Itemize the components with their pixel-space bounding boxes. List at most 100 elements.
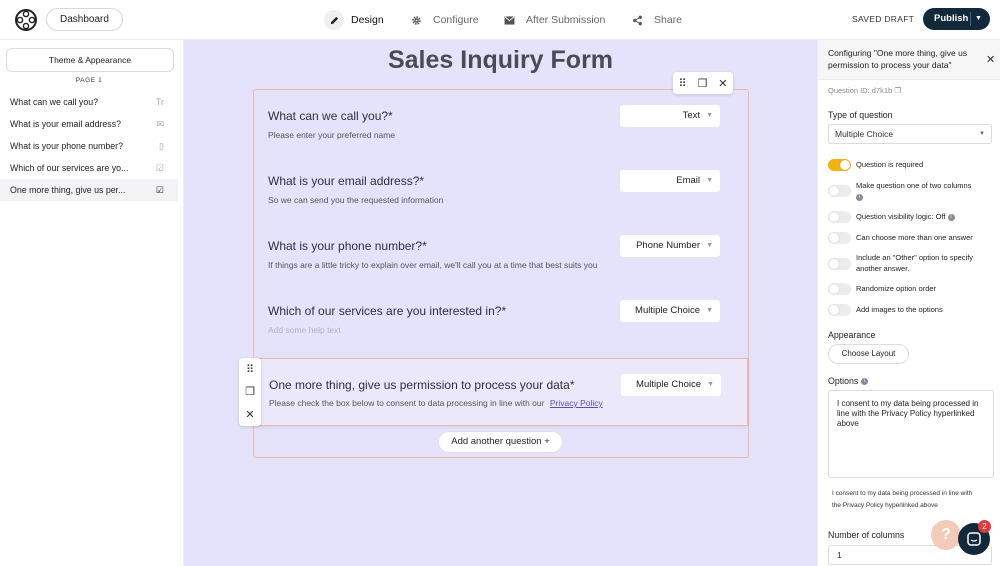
share-icon [627,10,647,30]
form-toolbar: ⠿ ❐ ✕ [673,72,733,94]
envelope-icon: ✉ [156,119,164,129]
text-type-icon: Tr [155,97,164,107]
info-icon[interactable]: i [860,378,868,386]
required-toggle[interactable] [828,159,851,171]
visibility-logic-toggle[interactable] [828,211,851,223]
sidebar-item-name[interactable]: What can we call you? Tr [0,91,178,113]
question-type-value: Multiple Choice [835,129,894,139]
sidebar-item-label: What is your phone number? [10,141,123,151]
duplicate-icon[interactable]: ❐ [245,385,255,398]
question-id-text: Question ID: d7k1b [828,86,893,95]
chevron-down-icon: ▼ [706,177,713,184]
toggle-label: Add images to the options [856,305,943,314]
question-block-selected[interactable]: One more thing, give us permission to pr… [254,358,748,426]
info-icon[interactable]: i [856,193,863,201]
toggle-label: Question is required [856,160,924,169]
question-title[interactable]: What is your phone number?* [268,239,427,253]
config-title: Configuring "One more thing, give us per… [828,48,968,70]
publish-label: Publish [934,13,969,24]
options-textarea[interactable]: I consent to my data being processed in … [828,390,994,478]
tab-share-label: Share [654,14,683,26]
close-icon[interactable]: ✕ [718,77,727,90]
help-icon[interactable]: ? [931,520,961,550]
close-icon[interactable]: ✕ [245,408,254,421]
chat-button[interactable]: 2 [958,520,991,555]
pencil-icon [324,10,344,30]
form-title[interactable]: Sales Inquiry Form [184,46,817,75]
question-id: Question ID: d7k1b ❐ [828,86,901,95]
publish-button[interactable]: Publish ▼ [923,8,990,30]
theme-appearance-button[interactable]: Theme & Appearance [6,48,174,72]
question-title[interactable]: What is your email address?* [268,174,424,188]
question-block[interactable]: What is your phone number?* If things ar… [254,225,748,287]
chevron-down-icon: ▼ [707,381,714,388]
options-label: Options i [828,376,868,386]
question-title[interactable]: Which of our services are you interested… [268,304,506,318]
chevron-down-icon: ▼ [979,131,985,137]
toggle-label-text: Make question one of two columns [856,181,972,190]
sidebar-item-label: What can we call you? [10,97,99,107]
sidebar-item-phone[interactable]: What is your phone number? ▯ [0,135,178,157]
checkbox-icon: ☑ [155,185,164,195]
question-block[interactable]: What can we call you?* Please enter your… [254,95,748,157]
question-help-text: Please check the box below to consent to… [269,398,545,408]
option-images-toggle[interactable] [828,304,851,316]
config-header: Configuring "One more thing, give us per… [818,40,1000,80]
question-type-dropdown[interactable]: Multiple Choice ▼ [828,124,992,144]
question-title[interactable]: What can we call you?* [268,109,393,123]
question-type-select[interactable]: Phone Number ▼ [620,235,720,257]
question-type-value: Phone Number [636,240,700,251]
question-type-value: Email [676,175,700,186]
drag-handle-icon[interactable]: ⠿ [678,77,686,90]
question-help[interactable]: Please enter your preferred name [268,130,395,140]
tab-configure[interactable]: Configure [406,9,479,31]
toggle-label: Make question one of two columns i [856,180,994,202]
question-title[interactable]: One more thing, give us permission to pr… [269,378,574,392]
tab-after-submission[interactable]: After Submission [499,9,605,31]
question-help[interactable]: So we can send you the requested informa… [268,195,443,205]
question-help[interactable]: Please check the box below to consent to… [269,398,603,408]
add-question-button[interactable]: Add another question + [438,431,563,453]
sidebar-item-services[interactable]: Which of our services are yo... ☑ [0,157,178,179]
options-preview: I consent to my data being processed in … [832,490,973,509]
dashboard-button[interactable]: Dashboard [46,8,123,31]
privacy-policy-link[interactable]: Privacy Policy [550,398,603,408]
question-block[interactable]: Which of our services are you interested… [254,290,748,352]
toggle-label: Can choose more than one answer [856,233,973,242]
chevron-down-icon[interactable]: ▼ [975,8,982,30]
logo-icon[interactable] [14,8,38,32]
publish-divider [970,12,971,26]
tab-design[interactable]: Design [324,9,384,31]
duplicate-icon[interactable]: ❐ [697,77,707,90]
info-icon[interactable]: i [947,213,955,221]
options-label-text: Options [828,376,859,386]
tab-design-label: Design [351,14,384,26]
question-block[interactable]: What is your email address?* So we can s… [254,160,748,222]
envelope-icon [499,10,519,30]
question-help-placeholder[interactable]: Add some help text [268,325,341,335]
question-type-select[interactable]: Multiple Choice ▼ [621,374,721,396]
question-type-select[interactable]: Email ▼ [620,170,720,192]
choose-layout-button[interactable]: Choose Layout [828,344,909,364]
appearance-label: Appearance [828,330,876,340]
question-help[interactable]: If things are a little tricky to explain… [268,260,598,270]
question-type-value: Text [682,110,700,121]
toggle-label-text: Question visibility logic: Off [856,212,946,221]
tab-share[interactable]: Share [627,9,682,31]
randomize-toggle[interactable] [828,283,851,295]
question-type-select[interactable]: Text ▼ [620,105,720,127]
toggle-label: Randomize option order [856,284,937,293]
close-icon[interactable]: ✕ [986,53,995,66]
sidebar-item-consent[interactable]: One more thing, give us per... ☑ [0,179,178,201]
multiple-answers-toggle[interactable] [828,232,851,244]
sidebar-item-label: One more thing, give us per... [10,185,126,195]
drag-handle-icon[interactable]: ⠿ [246,363,254,376]
chat-icon [967,532,981,546]
question-type-select[interactable]: Multiple Choice ▼ [620,300,720,322]
other-option-toggle[interactable] [828,258,851,270]
sidebar-item-email[interactable]: What is your email address? ✉ [0,113,178,135]
two-columns-toggle[interactable] [828,185,851,197]
type-label: Type of question [828,110,893,120]
checkbox-icon: ☑ [155,163,164,173]
copy-icon[interactable]: ❐ [894,86,901,95]
